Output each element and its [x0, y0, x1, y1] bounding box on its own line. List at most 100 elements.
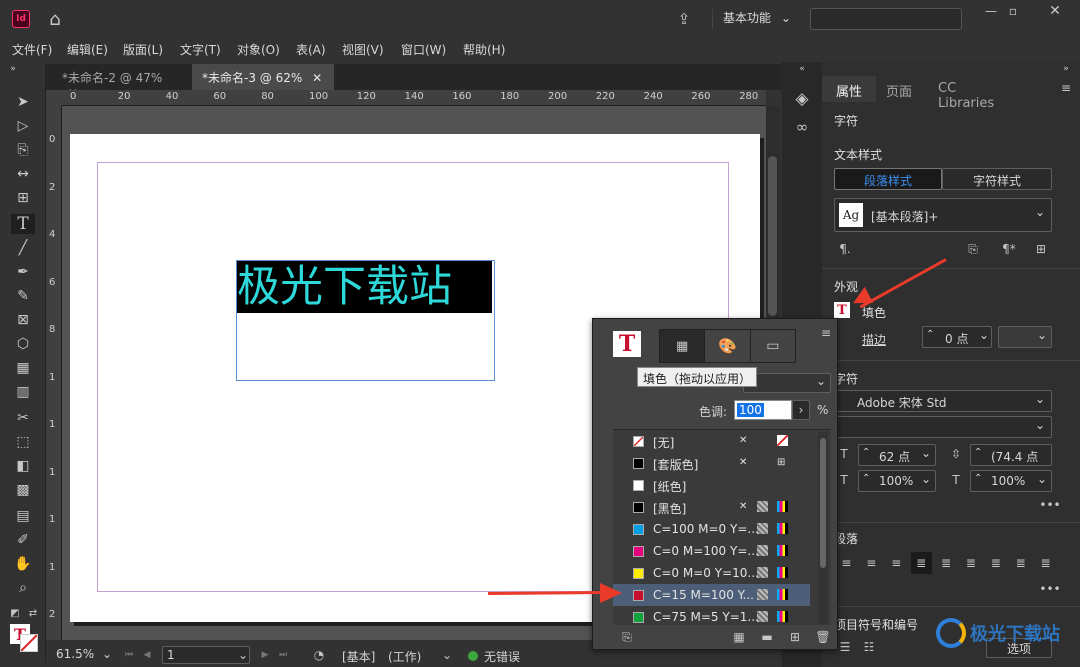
color-icon[interactable]: 🎨: [704, 330, 749, 362]
align-right-icon[interactable]: ≡: [886, 552, 907, 574]
font-family-dropdown[interactable]: Adobe 宋体 Std ⌄: [834, 390, 1052, 412]
pen-tool-icon[interactable]: ✒: [11, 262, 35, 282]
align-center-icon[interactable]: ≡: [861, 552, 882, 574]
trash-icon[interactable]: 🗑: [815, 629, 831, 645]
swatch-row[interactable]: C=75 M=5 Y=1...: [613, 606, 810, 628]
stroke-label[interactable]: 描边: [862, 331, 886, 348]
page-tool-icon[interactable]: ⎘: [11, 140, 35, 160]
panel-menu-icon[interactable]: ≡: [1058, 80, 1074, 96]
menu-help[interactable]: 帮助(H): [463, 41, 505, 58]
stepper-icon[interactable]: ⌃: [862, 473, 870, 484]
font-size-field[interactable]: ⌃ 62 点 ⌄: [858, 444, 936, 466]
search-input[interactable]: [810, 8, 962, 30]
swatches-icon[interactable]: ▦: [660, 330, 705, 362]
menu-edit[interactable]: 编辑(E): [67, 41, 108, 58]
vertical-scale-field[interactable]: ⌃ 100% ⌄: [858, 470, 936, 492]
type-tool-icon[interactable]: T: [11, 214, 35, 234]
stepper-icon[interactable]: ⌃: [974, 447, 982, 458]
character-style-toggle[interactable]: 字符样式: [942, 168, 1052, 190]
new-swatch-icon[interactable]: ⊞: [787, 629, 803, 645]
justify-all-icon[interactable]: ≣: [985, 552, 1006, 574]
links-icon[interactable]: ∞: [790, 116, 814, 138]
gradient-feather-tool-icon[interactable]: ▩: [11, 480, 35, 500]
fill-swatch-icon[interactable]: T: [834, 302, 850, 318]
swatch-row[interactable]: [套版色] ⊞ ✕: [613, 452, 810, 474]
stepper-icon[interactable]: ⌃: [862, 447, 870, 458]
new-style-icon[interactable]: ⊞: [1032, 240, 1050, 258]
chevron-down-icon[interactable]: ⌄: [236, 647, 250, 663]
tab-document-3[interactable]: *未命名-3 @ 62% ✕: [192, 64, 334, 90]
tint-field[interactable]: 100: [734, 400, 792, 420]
swatch-row[interactable]: C=0 M=100 Y=...: [613, 540, 810, 562]
maximize-icon[interactable]: ▫: [1002, 2, 1024, 20]
horizontal-ruler[interactable]: 0 20 40 60 80 100 120 140 160 180 200 220 240 260 280: [62, 90, 766, 106]
chevron-down-icon[interactable]: ⌄: [440, 647, 454, 663]
swatch-views-icon[interactable]: ⎘: [619, 629, 635, 645]
tint-slider-button[interactable]: ›: [792, 400, 810, 420]
align-away-spine-icon[interactable]: ≣: [1035, 552, 1056, 574]
scrollbar-thumb[interactable]: [768, 156, 777, 316]
more-options-icon[interactable]: •••: [1039, 582, 1060, 596]
font-style-dropdown[interactable]: ⌄: [834, 416, 1052, 438]
gradient-swatch-tool-icon[interactable]: ◧: [11, 456, 35, 476]
expand-panels-icon[interactable]: «: [794, 64, 810, 74]
polygon-tool-icon[interactable]: ⬡: [11, 334, 35, 354]
tab-properties[interactable]: 属性: [822, 76, 876, 102]
share-icon[interactable]: ⇪: [672, 8, 696, 30]
selected-text[interactable]: 极光下载站: [237, 261, 492, 313]
zoom-field[interactable]: 61.5% ⌄: [56, 647, 118, 664]
justify-left-icon[interactable]: ≣: [910, 552, 932, 574]
scrollbar-thumb[interactable]: [820, 438, 826, 568]
more-options-icon[interactable]: •••: [1039, 498, 1060, 512]
first-page-icon[interactable]: ⏮: [122, 647, 136, 663]
stroke-type-dropdown[interactable]: ⌄: [998, 326, 1052, 348]
list-scrollbar[interactable]: [818, 432, 828, 624]
tab-cc-libraries[interactable]: CC Libraries: [928, 76, 1022, 111]
load-styles-icon[interactable]: ⎘: [964, 240, 982, 258]
panel-menu-icon[interactable]: ≡: [819, 325, 833, 341]
line-tool-icon[interactable]: ╱: [11, 238, 35, 258]
workspace-switcher[interactable]: 基本功能 ⌄: [712, 9, 802, 29]
preflight-menu-icon[interactable]: ◔: [310, 647, 328, 663]
selection-tool-icon[interactable]: ➤: [11, 92, 35, 112]
swatch-row[interactable]: C=15 M=100 Y...: [613, 584, 810, 606]
menu-window[interactable]: 窗口(W): [401, 41, 446, 58]
align-left-icon[interactable]: ≡: [836, 552, 857, 574]
zoom-tool-icon[interactable]: ⌕: [11, 578, 35, 598]
ruler-corner[interactable]: [46, 90, 62, 106]
home-icon[interactable]: ⌂: [44, 8, 66, 30]
swatch-row[interactable]: [黑色] ✕: [613, 496, 810, 518]
swatch-row[interactable]: [纸色]: [613, 474, 810, 496]
menu-object[interactable]: 对象(O): [237, 41, 280, 58]
rectangle-frame-tool-icon[interactable]: ⊠: [11, 310, 35, 330]
stepper-icon[interactable]: ⌃: [926, 329, 934, 340]
direct-selection-tool-icon[interactable]: ▷: [11, 116, 35, 136]
menu-type[interactable]: 文字(T): [180, 41, 221, 58]
justify-right-icon[interactable]: ≣: [960, 552, 981, 574]
paragraph-style-dropdown[interactable]: Ag [基本段落]+ ⌄: [834, 198, 1052, 232]
tab-document-2[interactable]: *未命名-2 @ 47% ✕: [52, 64, 188, 100]
pencil-tool-icon[interactable]: ✎: [11, 286, 35, 306]
default-colors-icon[interactable]: ◩: [8, 606, 22, 620]
menu-table[interactable]: 表(A): [296, 41, 326, 58]
fill-stroke-icon[interactable]: T: [10, 624, 38, 652]
paragraph-style-toggle[interactable]: 段落样式: [834, 168, 942, 190]
fill-stroke-swatch-icon[interactable]: T: [613, 331, 641, 357]
horizontal-scale-field[interactable]: ⌃ 100% ⌄: [970, 470, 1052, 492]
note-tool-icon[interactable]: ▤: [11, 506, 35, 526]
scissors-tool-icon[interactable]: ✂: [11, 408, 35, 428]
hand-tool-icon[interactable]: ✋: [11, 554, 35, 574]
gap-tool-icon[interactable]: ↔: [11, 164, 35, 184]
vertical-ruler[interactable]: 0 2 4 6 8 1 1 1 1 1 2: [46, 106, 62, 640]
swatch-row[interactable]: [无] ✕: [613, 430, 810, 452]
collapse-panel-icon[interactable]: »: [1058, 64, 1074, 74]
align-spine-icon[interactable]: ≣: [1010, 552, 1031, 574]
stroke-weight-field[interactable]: ⌃ 0 点 ⌄: [922, 326, 992, 348]
folder-icon[interactable]: ▬: [759, 629, 775, 645]
numbered-list-icon[interactable]: ☷: [860, 638, 878, 656]
table-tool-icon[interactable]: ▦: [11, 358, 35, 378]
stepper-icon[interactable]: ⌃: [974, 473, 982, 484]
show-kind-icon[interactable]: ▦: [731, 629, 747, 645]
swap-colors-icon[interactable]: ⇄: [26, 606, 40, 620]
menu-layout[interactable]: 版面(L): [123, 41, 163, 58]
